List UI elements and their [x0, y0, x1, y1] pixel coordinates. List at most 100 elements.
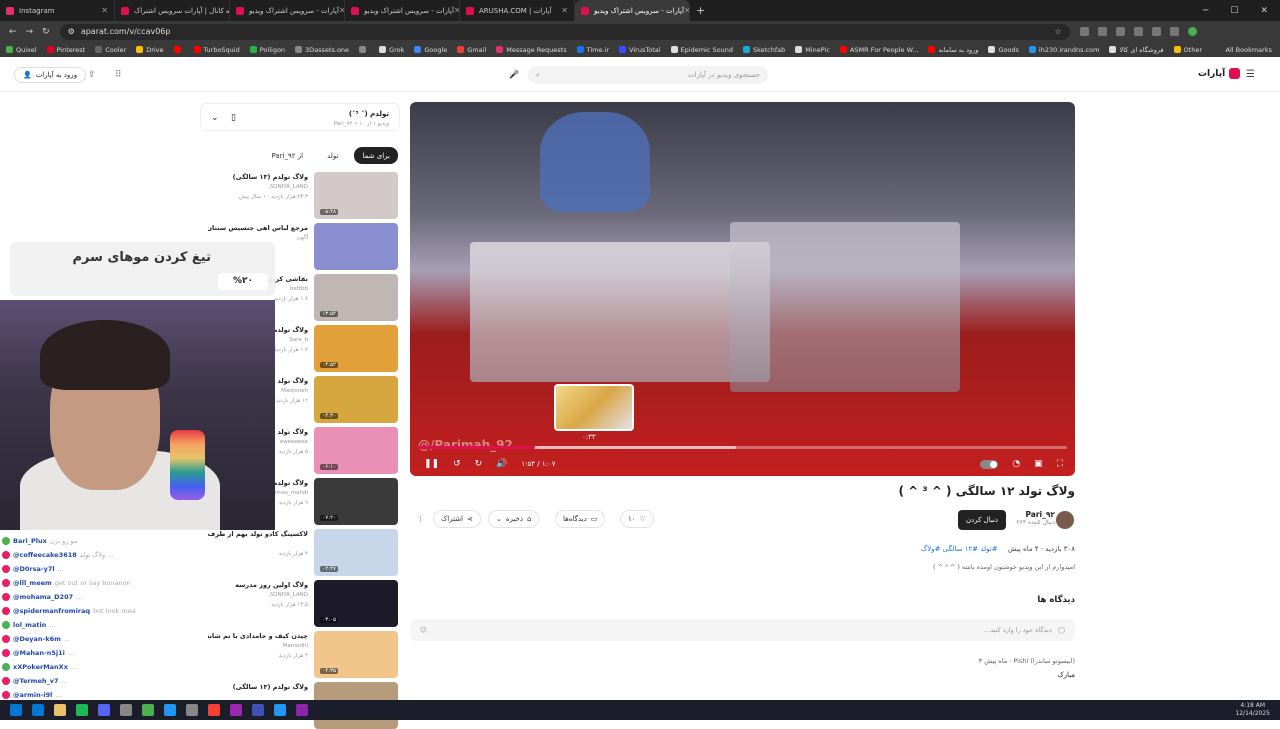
extension-icon[interactable]: [1079, 27, 1089, 36]
login-button[interactable]: 👤 ورود به آپارات: [14, 67, 87, 83]
filter-chip[interactable]: برای شما: [354, 147, 398, 164]
bookmark-item[interactable]: [173, 46, 184, 54]
close-window-icon[interactable]: ✕: [1260, 6, 1268, 16]
share-button[interactable]: اشتراک ⋖: [433, 510, 481, 528]
channel-name[interactable]: آگهی: [208, 235, 308, 241]
autoplay-toggle[interactable]: [980, 459, 999, 469]
video-tags[interactable]: #تولد #۱۲ سالگی #ولاگ: [921, 545, 998, 553]
bookmark-item[interactable]: [359, 46, 369, 54]
miniplayer-icon[interactable]: ▣: [1034, 459, 1043, 469]
channel-name[interactable]: SONIYA_LAND: [208, 184, 308, 190]
menu-icon[interactable]: ☰: [1246, 69, 1255, 80]
search-input[interactable]: ⌕ جستجوی ویدیو در آپارات: [528, 66, 768, 84]
filter-chip[interactable]: تولد: [319, 147, 347, 164]
search-icon[interactable]: ⌕: [536, 71, 540, 80]
extension-icon[interactable]: [1133, 27, 1143, 36]
follow-button[interactable]: دنبال کردن: [958, 510, 1006, 530]
video-title[interactable]: ولاگ تولدم (۱۳ سالگی): [208, 173, 308, 181]
profile-avatar[interactable]: [1187, 27, 1197, 36]
bookmark-item[interactable]: Other: [1173, 46, 1202, 54]
bookmark-item[interactable]: Pinterest: [46, 46, 85, 54]
taskbar-app-icon[interactable]: [186, 704, 198, 716]
video-player[interactable]: @/Parimah_92 ۰:۳۳ ❚❚ ↺ ↻ 🔊 ۱:۵۴ / ۱:۰۷ ◔…: [410, 102, 1075, 476]
taskbar-app-icon[interactable]: [208, 704, 220, 716]
bookmark-item[interactable]: MinePic: [795, 46, 830, 54]
tab-close-icon[interactable]: ✕: [684, 6, 689, 15]
rewind-icon[interactable]: ↺: [453, 459, 461, 469]
more-options-icon[interactable]: ⋮: [410, 510, 431, 528]
video-title[interactable]: مرجع لباس اهی جنسیس سنتان: [208, 224, 308, 232]
back-icon[interactable]: ←: [9, 27, 17, 37]
taskbar-app-icon[interactable]: [142, 704, 154, 716]
url-field[interactable]: ⚙ aparat.com/v/ccav06p ☆: [59, 23, 1070, 40]
bookmark-item[interactable]: Cooler: [95, 46, 126, 54]
browser-tab[interactable]: آپارات - سرویس اشتراک ویدیو ✕: [345, 0, 460, 21]
progress-bar[interactable]: [418, 446, 1067, 449]
browser-tab[interactable]: ARUSHA.COM | آپارات ✕: [460, 0, 575, 21]
browser-tab[interactable]: Instagram ✕: [0, 0, 115, 21]
bookmark-item[interactable]: فروشگاه ای کالا: [1109, 46, 1164, 54]
bookmark-item[interactable]: Epidemic Sound: [670, 46, 733, 54]
taskbar-app-icon[interactable]: [76, 704, 88, 716]
browser-tab[interactable]: آپارات - سرویس اشتراک ویدیو ✕: [575, 0, 690, 21]
channel-avatar[interactable]: [1056, 511, 1074, 529]
channel-name[interactable]: Pari_۹۲: [1010, 510, 1055, 519]
video-thumbnail[interactable]: [314, 223, 398, 270]
forward-icon[interactable]: →: [26, 27, 34, 37]
taskbar-app-icon[interactable]: [296, 704, 308, 716]
emoji-icon[interactable]: ☺: [420, 626, 427, 634]
site-info-icon[interactable]: ⚙: [68, 27, 75, 36]
minimize-icon[interactable]: ─: [1203, 6, 1208, 16]
bookmark-item[interactable]: VirusTotal: [619, 46, 661, 54]
like-button[interactable]: ۱۰ ♡: [620, 510, 654, 528]
forward-10-icon[interactable]: ↻: [475, 459, 483, 469]
bookmark-item[interactable]: Gmail: [457, 46, 486, 54]
extension-icon[interactable]: [1097, 27, 1107, 36]
browser-tab[interactable]: سوژه کانال | آپارات سرویس اشتراک✕: [115, 0, 230, 21]
pause-icon[interactable]: ❚❚: [424, 459, 439, 469]
comment-user[interactable]: Pishi (ابیسوتو ساندرا): [1013, 657, 1075, 665]
comment-input[interactable]: ☺ دیدگاه خود را وارد کنید... ◯: [410, 619, 1075, 641]
taskbar-app-icon[interactable]: [274, 704, 286, 716]
system-clock[interactable]: 4:18 AM 12/14/2025: [1235, 702, 1280, 718]
taskbar-app-icon[interactable]: [164, 704, 176, 716]
bookmark-item[interactable]: ih230.irandns.com: [1028, 46, 1099, 54]
save-playlist-icon[interactable]: ▯: [231, 113, 236, 123]
bookmark-item[interactable]: Poliigon: [249, 46, 285, 54]
taskbar-app-icon[interactable]: [120, 704, 132, 716]
all-bookmarks-link[interactable]: All Bookmarks: [1226, 46, 1280, 54]
aparat-logo[interactable]: آپارات: [1198, 68, 1241, 79]
tab-close-icon[interactable]: ✕: [101, 6, 108, 15]
bookmark-item[interactable]: TurboSquid: [193, 46, 240, 54]
bookmark-item[interactable]: Message Requests: [496, 46, 567, 54]
browser-tab[interactable]: آپارات - سرویس اشتراک ویدیو ✕: [230, 0, 345, 21]
bookmark-star-icon[interactable]: ☆: [1054, 27, 1061, 36]
extension-icon[interactable]: [1115, 27, 1125, 36]
bookmark-item[interactable]: ورود به سامانه: [928, 46, 978, 54]
bookmark-item[interactable]: Grok: [379, 46, 404, 54]
bookmark-item[interactable]: Google: [414, 46, 447, 54]
bookmark-item[interactable]: Goods: [988, 46, 1019, 54]
new-tab-button[interactable]: +: [696, 4, 705, 17]
save-button[interactable]: ⌄ ذخیره ⌂: [488, 510, 540, 528]
taskbar-app-icon[interactable]: [32, 704, 44, 716]
start-icon[interactable]: [10, 704, 22, 716]
extension-icon[interactable]: [1169, 27, 1179, 36]
taskbar-app-icon[interactable]: [98, 704, 110, 716]
bookmark-item[interactable]: Drive: [136, 46, 164, 54]
bookmark-item[interactable]: 3Dassets.one: [295, 46, 349, 54]
speed-icon[interactable]: ◔: [1012, 459, 1020, 469]
taskbar-app-icon[interactable]: [54, 704, 66, 716]
mic-icon[interactable]: 🎤: [509, 70, 519, 79]
taskbar-app-icon[interactable]: [252, 704, 264, 716]
bookmark-item[interactable]: ASMR For People W...: [839, 46, 918, 54]
filter-chip[interactable]: از Pari_۹۲: [263, 147, 312, 164]
fullscreen-icon[interactable]: ⛶: [1057, 459, 1063, 469]
playlist-header[interactable]: ⌄ ▯ تولدم (˘ ³˘) Pari_۹۲ • ویدیو ۱ از ۱۰: [200, 103, 400, 131]
comments-button[interactable]: دیدگاه‌ها ▭: [555, 510, 606, 528]
upload-icon[interactable]: ⇪: [88, 70, 96, 80]
chevron-down-icon[interactable]: ⌄: [211, 113, 219, 123]
bookmark-item[interactable]: Time.ir: [576, 46, 609, 54]
bookmark-item[interactable]: Sketchfab: [742, 46, 785, 54]
volume-icon[interactable]: 🔊: [496, 459, 507, 469]
